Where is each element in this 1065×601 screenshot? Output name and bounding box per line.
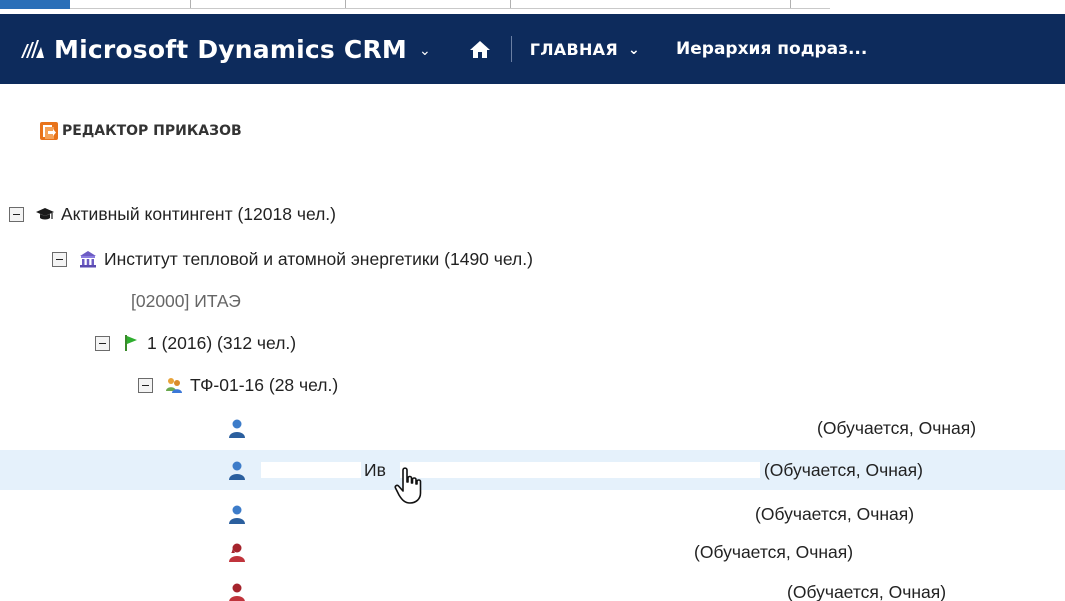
student-name-fragment: Ив <box>364 459 386 480</box>
male-student-icon <box>229 505 245 524</box>
female-student-icon <box>229 583 245 601</box>
top-strip <box>0 0 1065 14</box>
tree-node-course[interactable]: 1 (2016) (312 чел.) <box>0 325 1065 361</box>
redacted-name <box>259 420 809 436</box>
collapse-toggle[interactable] <box>9 206 24 222</box>
student-row-selected[interactable]: Ив (Обучается, Очная) <box>0 450 1065 490</box>
student-status: (Обучается, Очная) <box>755 503 915 524</box>
tree-node-group[interactable]: ТФ-01-16 (28 чел.) <box>0 367 1065 403</box>
tree-node-label: ТФ-01-16 (28 чел.) <box>190 374 339 395</box>
app-menu-button[interactable]: Microsoft Dynamics CRM ⌄ <box>20 35 431 64</box>
collapse-toggle[interactable] <box>95 335 110 351</box>
nav-separator <box>510 36 512 62</box>
female-student-icon <box>229 543 245 562</box>
student-row[interactable]: (Обучается, Очная) <box>0 410 1065 446</box>
top-strip-tick <box>190 0 191 8</box>
breadcrumb[interactable]: Иерархия подраз... <box>676 39 867 59</box>
group-people-icon <box>166 378 182 393</box>
student-row[interactable]: (Обучается, Очная) <box>0 496 1065 532</box>
student-status: (Обучается, Очная) <box>787 581 947 601</box>
student-status: (Обучается, Очная) <box>694 541 854 562</box>
hand-pointer-cursor-icon <box>394 467 422 504</box>
graduation-cap-icon <box>36 208 54 220</box>
tree-node-label: Институт тепловой и атомной энергетики (… <box>104 248 533 269</box>
top-strip-line <box>70 8 830 9</box>
main-menu-label: ГЛАВНАЯ <box>529 39 618 59</box>
tree-node-label: Активный контингент (12018 чел.) <box>61 203 336 224</box>
order-editor-label: РЕДАКТОР ПРИКАЗОВ <box>62 123 242 139</box>
tree-node-root[interactable]: Активный контингент (12018 чел.) <box>0 196 1065 232</box>
top-strip-accent <box>0 0 70 9</box>
top-strip-tick <box>510 0 511 8</box>
chevron-down-icon: ⌄ <box>627 42 641 58</box>
order-editor-icon <box>40 122 58 140</box>
tree-node-label: 1 (2016) (312 чел.) <box>147 332 297 353</box>
top-strip-tick <box>790 0 791 8</box>
redacted-name <box>261 462 361 478</box>
tree-node-institute[interactable]: Институт тепловой и атомной энергетики (… <box>0 241 1065 277</box>
student-status: (Обучается, Очная) <box>817 417 977 438</box>
redacted-name <box>259 506 747 522</box>
male-student-icon <box>229 419 245 438</box>
institute-code: [02000] ИТАЭ <box>131 290 241 311</box>
flag-icon <box>125 335 137 351</box>
student-row[interactable]: (Обучается, Очная) <box>0 574 1065 601</box>
top-strip-tick <box>345 0 346 8</box>
redacted-name <box>259 584 779 600</box>
main-menu-button[interactable]: ГЛАВНАЯ ⌄ <box>530 40 640 59</box>
nav-bar: Microsoft Dynamics CRM ⌄ ГЛАВНАЯ ⌄ Иерар… <box>0 14 1065 84</box>
chevron-down-icon: ⌄ <box>418 43 431 59</box>
institute-code-row: [02000] ИТАЭ <box>0 283 1065 319</box>
dynamics-logo-icon <box>21 40 44 58</box>
app-title: Microsoft Dynamics CRM <box>54 34 407 64</box>
collapse-toggle[interactable] <box>138 377 153 393</box>
order-editor-button[interactable]: РЕДАКТОР ПРИКАЗОВ <box>40 122 242 140</box>
student-status: (Обучается, Очная) <box>763 459 923 480</box>
home-icon[interactable] <box>469 39 491 59</box>
redacted-name <box>259 544 686 560</box>
student-row[interactable]: (Обучается, Очная) <box>0 534 1065 570</box>
male-student-icon <box>229 461 245 480</box>
institution-building-icon <box>80 251 96 268</box>
redacted-name <box>399 462 760 478</box>
collapse-toggle[interactable] <box>52 251 67 267</box>
